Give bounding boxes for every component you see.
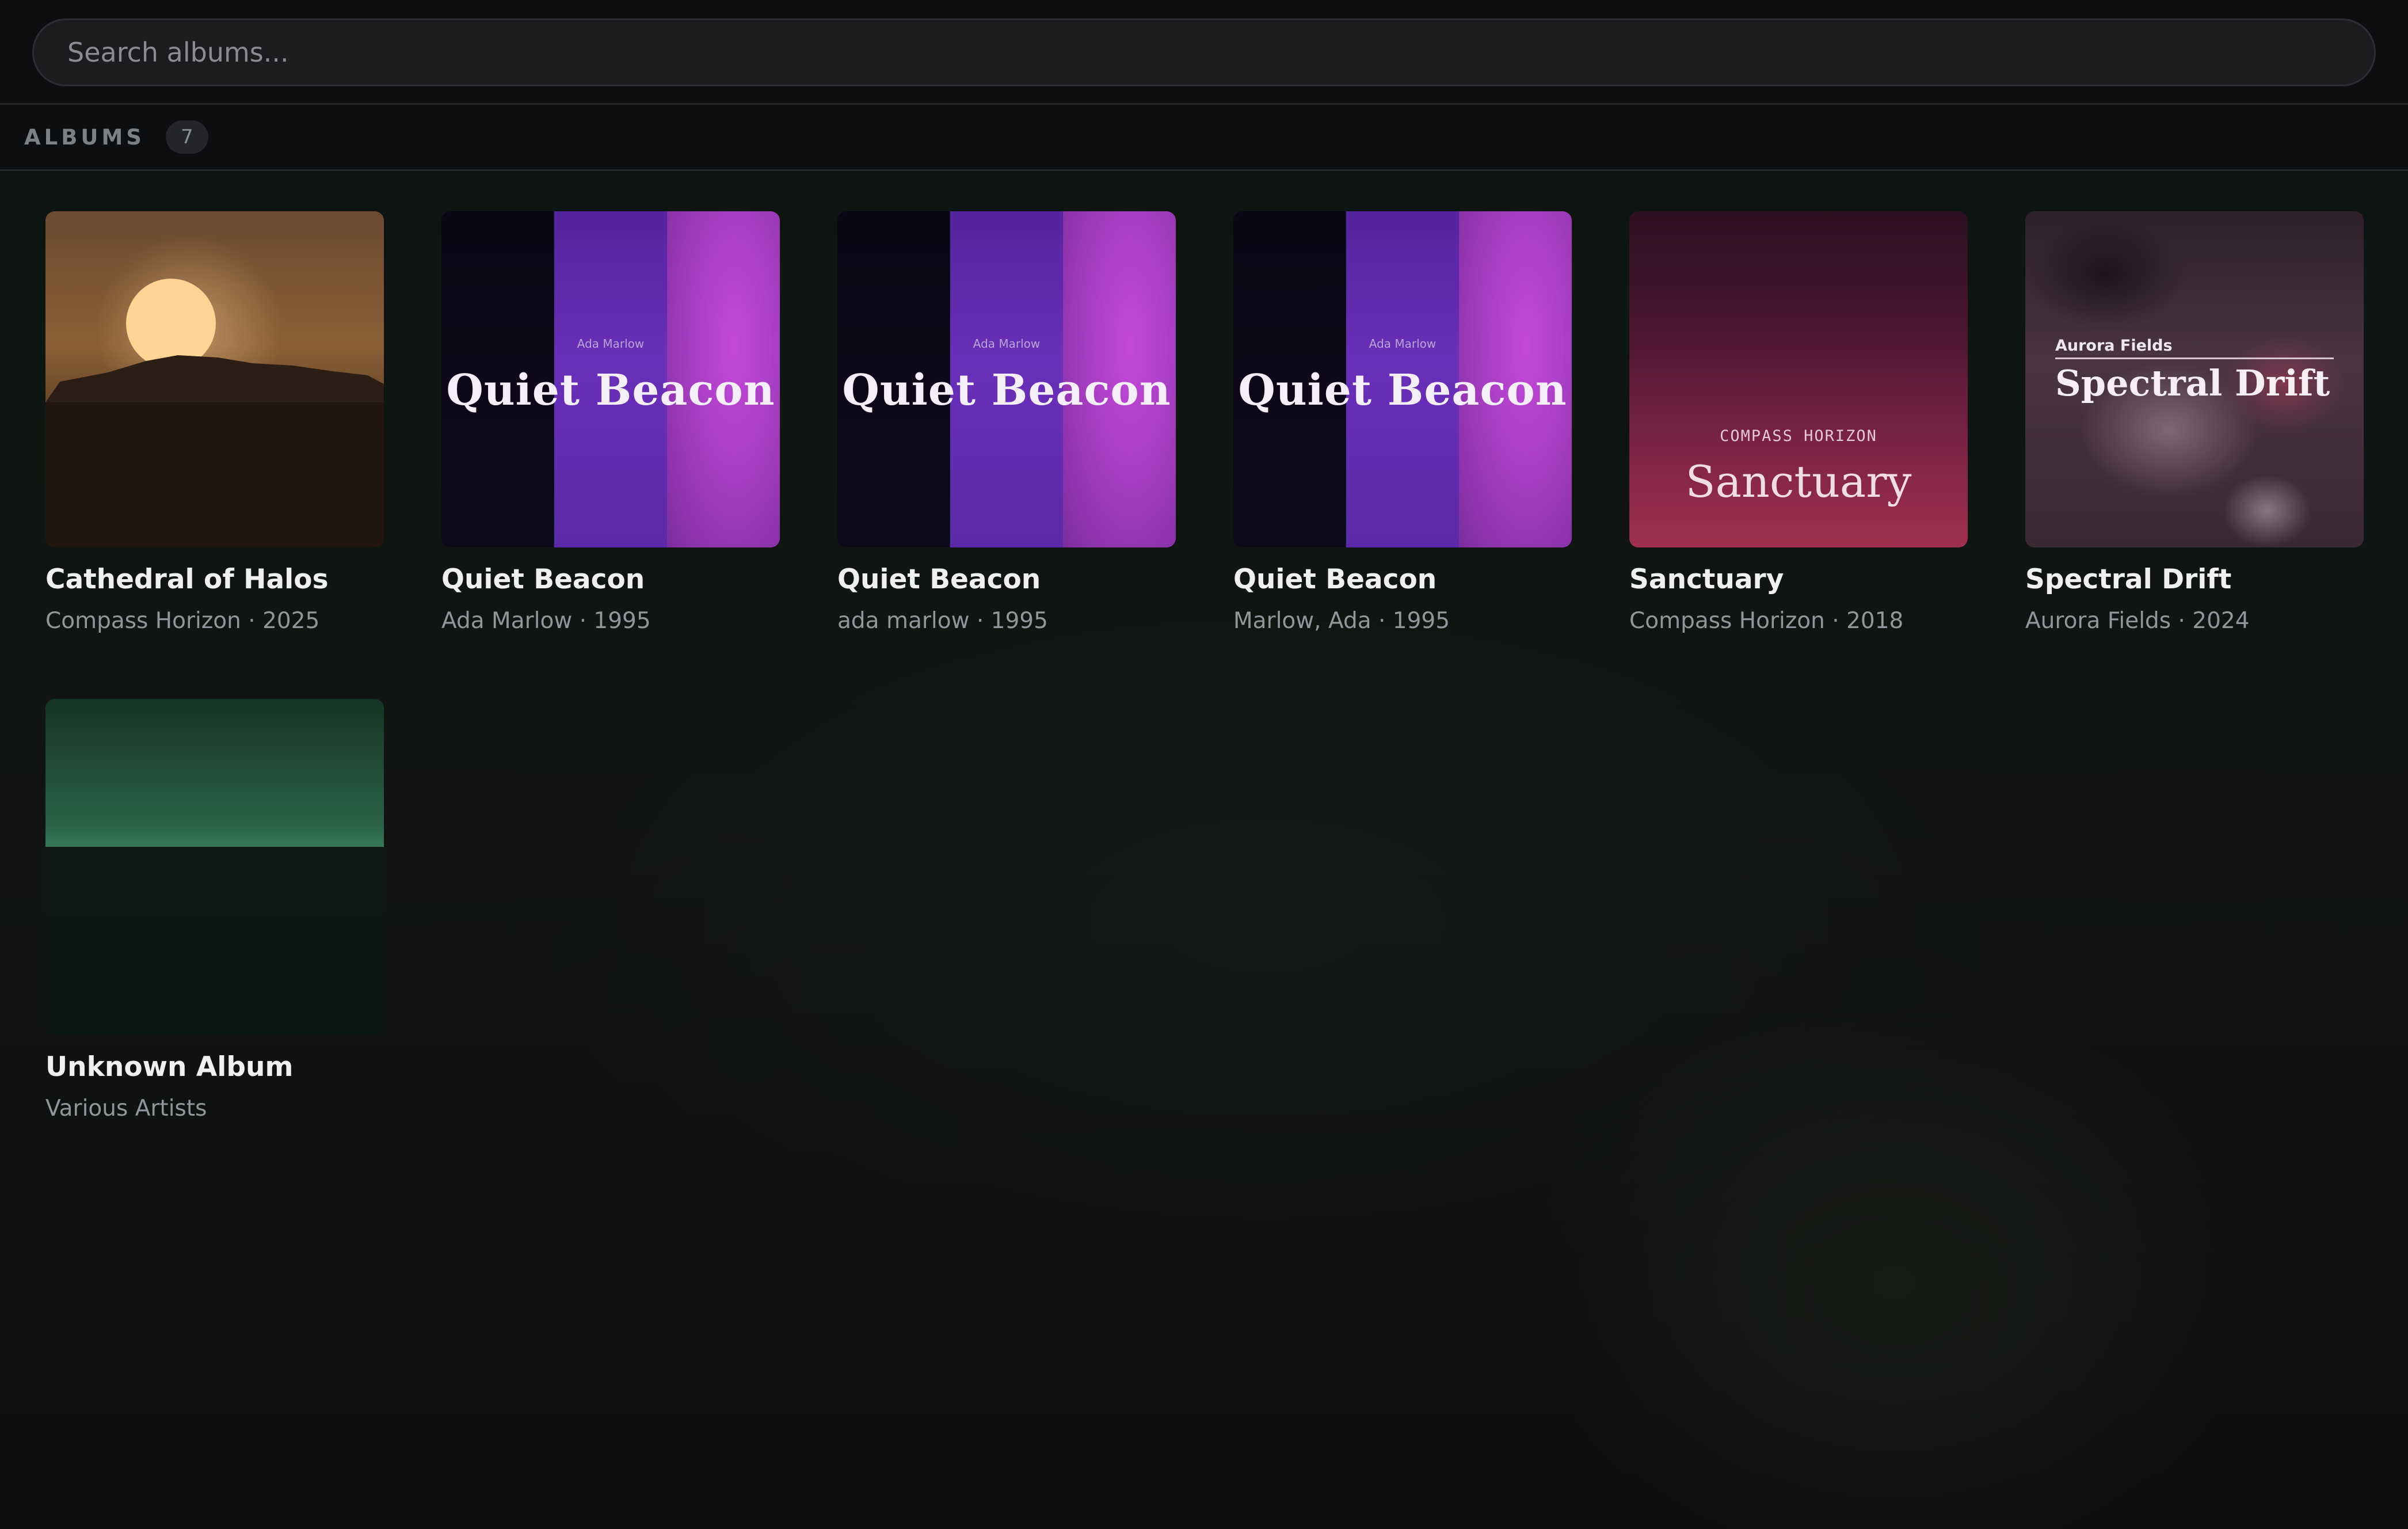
album-cover[interactable] — [45, 211, 384, 547]
cover-divider — [2055, 357, 2334, 359]
album-title: Spectral Drift — [2025, 564, 2232, 595]
cover-artist-text: COMPASS HORIZON — [1720, 427, 1877, 445]
section-title: ALBUMS — [24, 124, 145, 150]
album-count-badge: 7 — [165, 120, 208, 154]
album-card[interactable]: COMPASS HORIZON Sanctuary Sanctuary Comp… — [1629, 211, 1968, 634]
cover-title-text: Quiet Beacon — [1238, 366, 1567, 415]
album-card[interactable]: Ada Marlow Quiet Beacon Quiet Beacon ada… — [837, 211, 1176, 634]
search-bar[interactable] — [32, 18, 2376, 86]
section-header: ALBUMS 7 — [0, 105, 2408, 171]
album-title: Sanctuary — [1629, 564, 1784, 595]
album-card[interactable]: Cathedral of Halos Compass Horizon · 202… — [45, 211, 384, 634]
album-subtitle: Aurora Fields · 2024 — [2025, 608, 2250, 634]
album-cover[interactable]: Ada Marlow Quiet Beacon — [441, 211, 780, 547]
album-card[interactable]: Aurora Fields Spectral Drift Spectral Dr… — [2025, 211, 2364, 634]
album-subtitle: Ada Marlow · 1995 — [441, 608, 651, 634]
album-subtitle: Various Artists — [45, 1096, 207, 1121]
top-bar — [0, 0, 2408, 105]
album-cover[interactable]: Ada Marlow Quiet Beacon — [837, 211, 1176, 547]
cover-artist-text: Ada Marlow — [577, 337, 645, 351]
album-title: Cathedral of Halos — [45, 564, 329, 595]
album-cover[interactable]: Ada Marlow Quiet Beacon — [1233, 211, 1572, 547]
album-card[interactable]: Ada Marlow Quiet Beacon Quiet Beacon Ada… — [441, 211, 780, 634]
album-title: Unknown Album — [45, 1051, 294, 1083]
cover-title-text: Spectral Drift — [2055, 362, 2330, 404]
cover-ground — [45, 402, 384, 547]
album-subtitle: Compass Horizon · 2018 — [1629, 608, 1904, 634]
album-title: Quiet Beacon — [1233, 564, 1437, 595]
album-cover[interactable]: Aurora Fields Spectral Drift — [2025, 211, 2364, 547]
app-window: ALBUMS 7 Cathedral of Halos Compass Hori… — [0, 0, 2408, 1529]
album-cover[interactable]: COMPASS HORIZON Sanctuary — [1629, 211, 1968, 547]
album-cover[interactable] — [45, 699, 384, 1035]
cover-artist-text: Ada Marlow — [973, 337, 1041, 351]
cover-artist-text: Ada Marlow — [1369, 337, 1437, 351]
album-title: Quiet Beacon — [441, 564, 645, 595]
cover-title-text: Quiet Beacon — [842, 366, 1171, 415]
album-subtitle: Marlow, Ada · 1995 — [1233, 608, 1450, 634]
search-input[interactable] — [66, 36, 2342, 69]
cover-title-text: Quiet Beacon — [446, 366, 775, 415]
album-subtitle: ada marlow · 1995 — [837, 608, 1048, 634]
album-card[interactable]: Ada Marlow Quiet Beacon Quiet Beacon Mar… — [1233, 211, 1572, 634]
cover-artist-text: Aurora Fields — [2055, 337, 2173, 355]
album-card[interactable]: Unknown Album Various Artists — [45, 699, 384, 1121]
album-title: Quiet Beacon — [837, 564, 1041, 595]
album-subtitle: Compass Horizon · 2025 — [45, 608, 320, 634]
cover-title-text: Sanctuary — [1685, 456, 1912, 507]
